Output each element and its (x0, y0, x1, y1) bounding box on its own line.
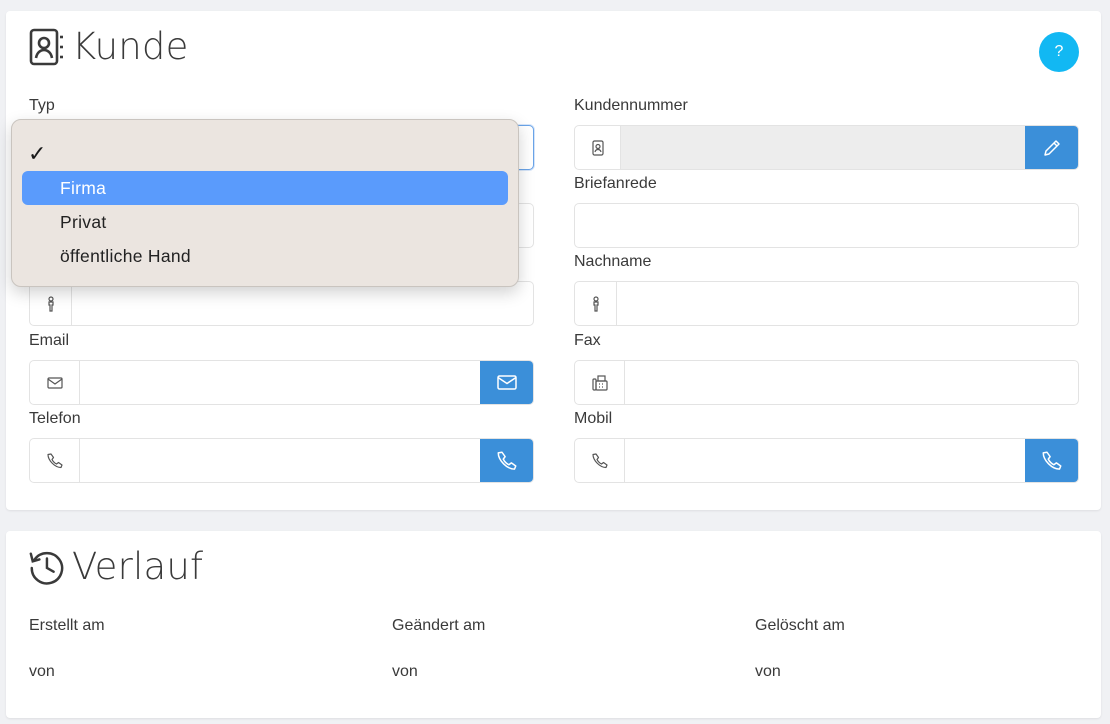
person-icon (47, 295, 54, 312)
left-name-addon (30, 282, 72, 325)
checkmark-icon: ✓ (28, 141, 47, 166)
phone-icon (591, 452, 608, 468)
fax-label: Fax (574, 332, 601, 349)
nachname-field[interactable] (574, 281, 1079, 326)
briefanrede-input[interactable] (575, 204, 1078, 247)
email-label: Email (29, 332, 70, 349)
geloescht-am-label: Gelöscht am (755, 617, 845, 634)
email-send-button[interactable] (480, 361, 533, 404)
telefon-label: Telefon (29, 410, 81, 427)
telefon-call-button[interactable] (480, 439, 533, 482)
typ-label: Typ (29, 97, 55, 114)
fax-addon (575, 361, 625, 404)
typ-option-privat[interactable]: Privat (22, 205, 508, 239)
left-name-field[interactable] (29, 281, 534, 326)
kundennummer-edit-button[interactable] (1025, 126, 1078, 169)
kunde-title-text: Kunde (72, 25, 189, 68)
fax-field[interactable] (574, 360, 1079, 405)
geloescht-von-label: von (755, 663, 781, 680)
left-name-input[interactable] (72, 282, 533, 325)
envelope-icon (46, 376, 63, 389)
erstellt-am-label: Erstellt am (29, 617, 105, 634)
verlauf-title-text: Verlauf (72, 545, 204, 588)
history-icon (29, 551, 64, 585)
telefon-input[interactable] (80, 439, 480, 482)
email-addon (30, 361, 80, 404)
typ-dropdown-menu: ✓ Firma Privat öffentliche Hand (11, 119, 519, 287)
typ-option-label: Privat (60, 211, 107, 232)
contact-card-icon (591, 139, 604, 156)
phone-icon (497, 451, 516, 470)
verlauf-card: Verlauf (6, 531, 1101, 718)
nachname-label: Nachname (574, 253, 652, 270)
email-input[interactable] (80, 361, 480, 404)
envelope-icon (496, 375, 517, 390)
phone-icon (1042, 451, 1061, 470)
typ-option-oeffentliche-hand[interactable]: öffentliche Hand (22, 239, 508, 273)
telefon-field[interactable] (29, 438, 534, 483)
typ-option-firma[interactable]: Firma (22, 171, 508, 205)
help-button[interactable]: ? (1039, 32, 1079, 72)
geaendert-von-label: von (392, 663, 418, 680)
erstellt-von-label: von (29, 663, 55, 680)
kundennummer-field (574, 125, 1079, 170)
briefanrede-field[interactable] (574, 203, 1079, 248)
nachname-addon (575, 282, 617, 325)
mobil-field[interactable] (574, 438, 1079, 483)
kundennummer-addon (575, 126, 621, 169)
contact-book-icon (29, 28, 63, 65)
briefanrede-label: Briefanrede (574, 175, 657, 192)
telefon-addon (30, 439, 80, 482)
typ-option-label: Firma (60, 177, 107, 198)
email-field[interactable] (29, 360, 534, 405)
mobil-call-button[interactable] (1025, 439, 1078, 482)
pencil-icon (1043, 139, 1060, 156)
mobil-input[interactable] (625, 439, 1025, 482)
person-icon (592, 295, 599, 312)
geaendert-am-label: Geändert am (392, 617, 486, 634)
mobil-addon (575, 439, 625, 482)
mobil-label: Mobil (574, 410, 613, 427)
verlauf-title: Verlauf (28, 545, 203, 588)
fax-icon (591, 374, 608, 391)
kundennummer-input (621, 126, 1025, 169)
typ-option-label: öffentliche Hand (60, 245, 191, 266)
kunde-title: Kunde (28, 25, 189, 68)
typ-option-empty[interactable]: ✓ (22, 137, 508, 171)
phone-icon (46, 452, 63, 468)
fax-input[interactable] (625, 361, 1078, 404)
kundennummer-label: Kundennummer (574, 97, 688, 114)
nachname-input[interactable] (617, 282, 1078, 325)
